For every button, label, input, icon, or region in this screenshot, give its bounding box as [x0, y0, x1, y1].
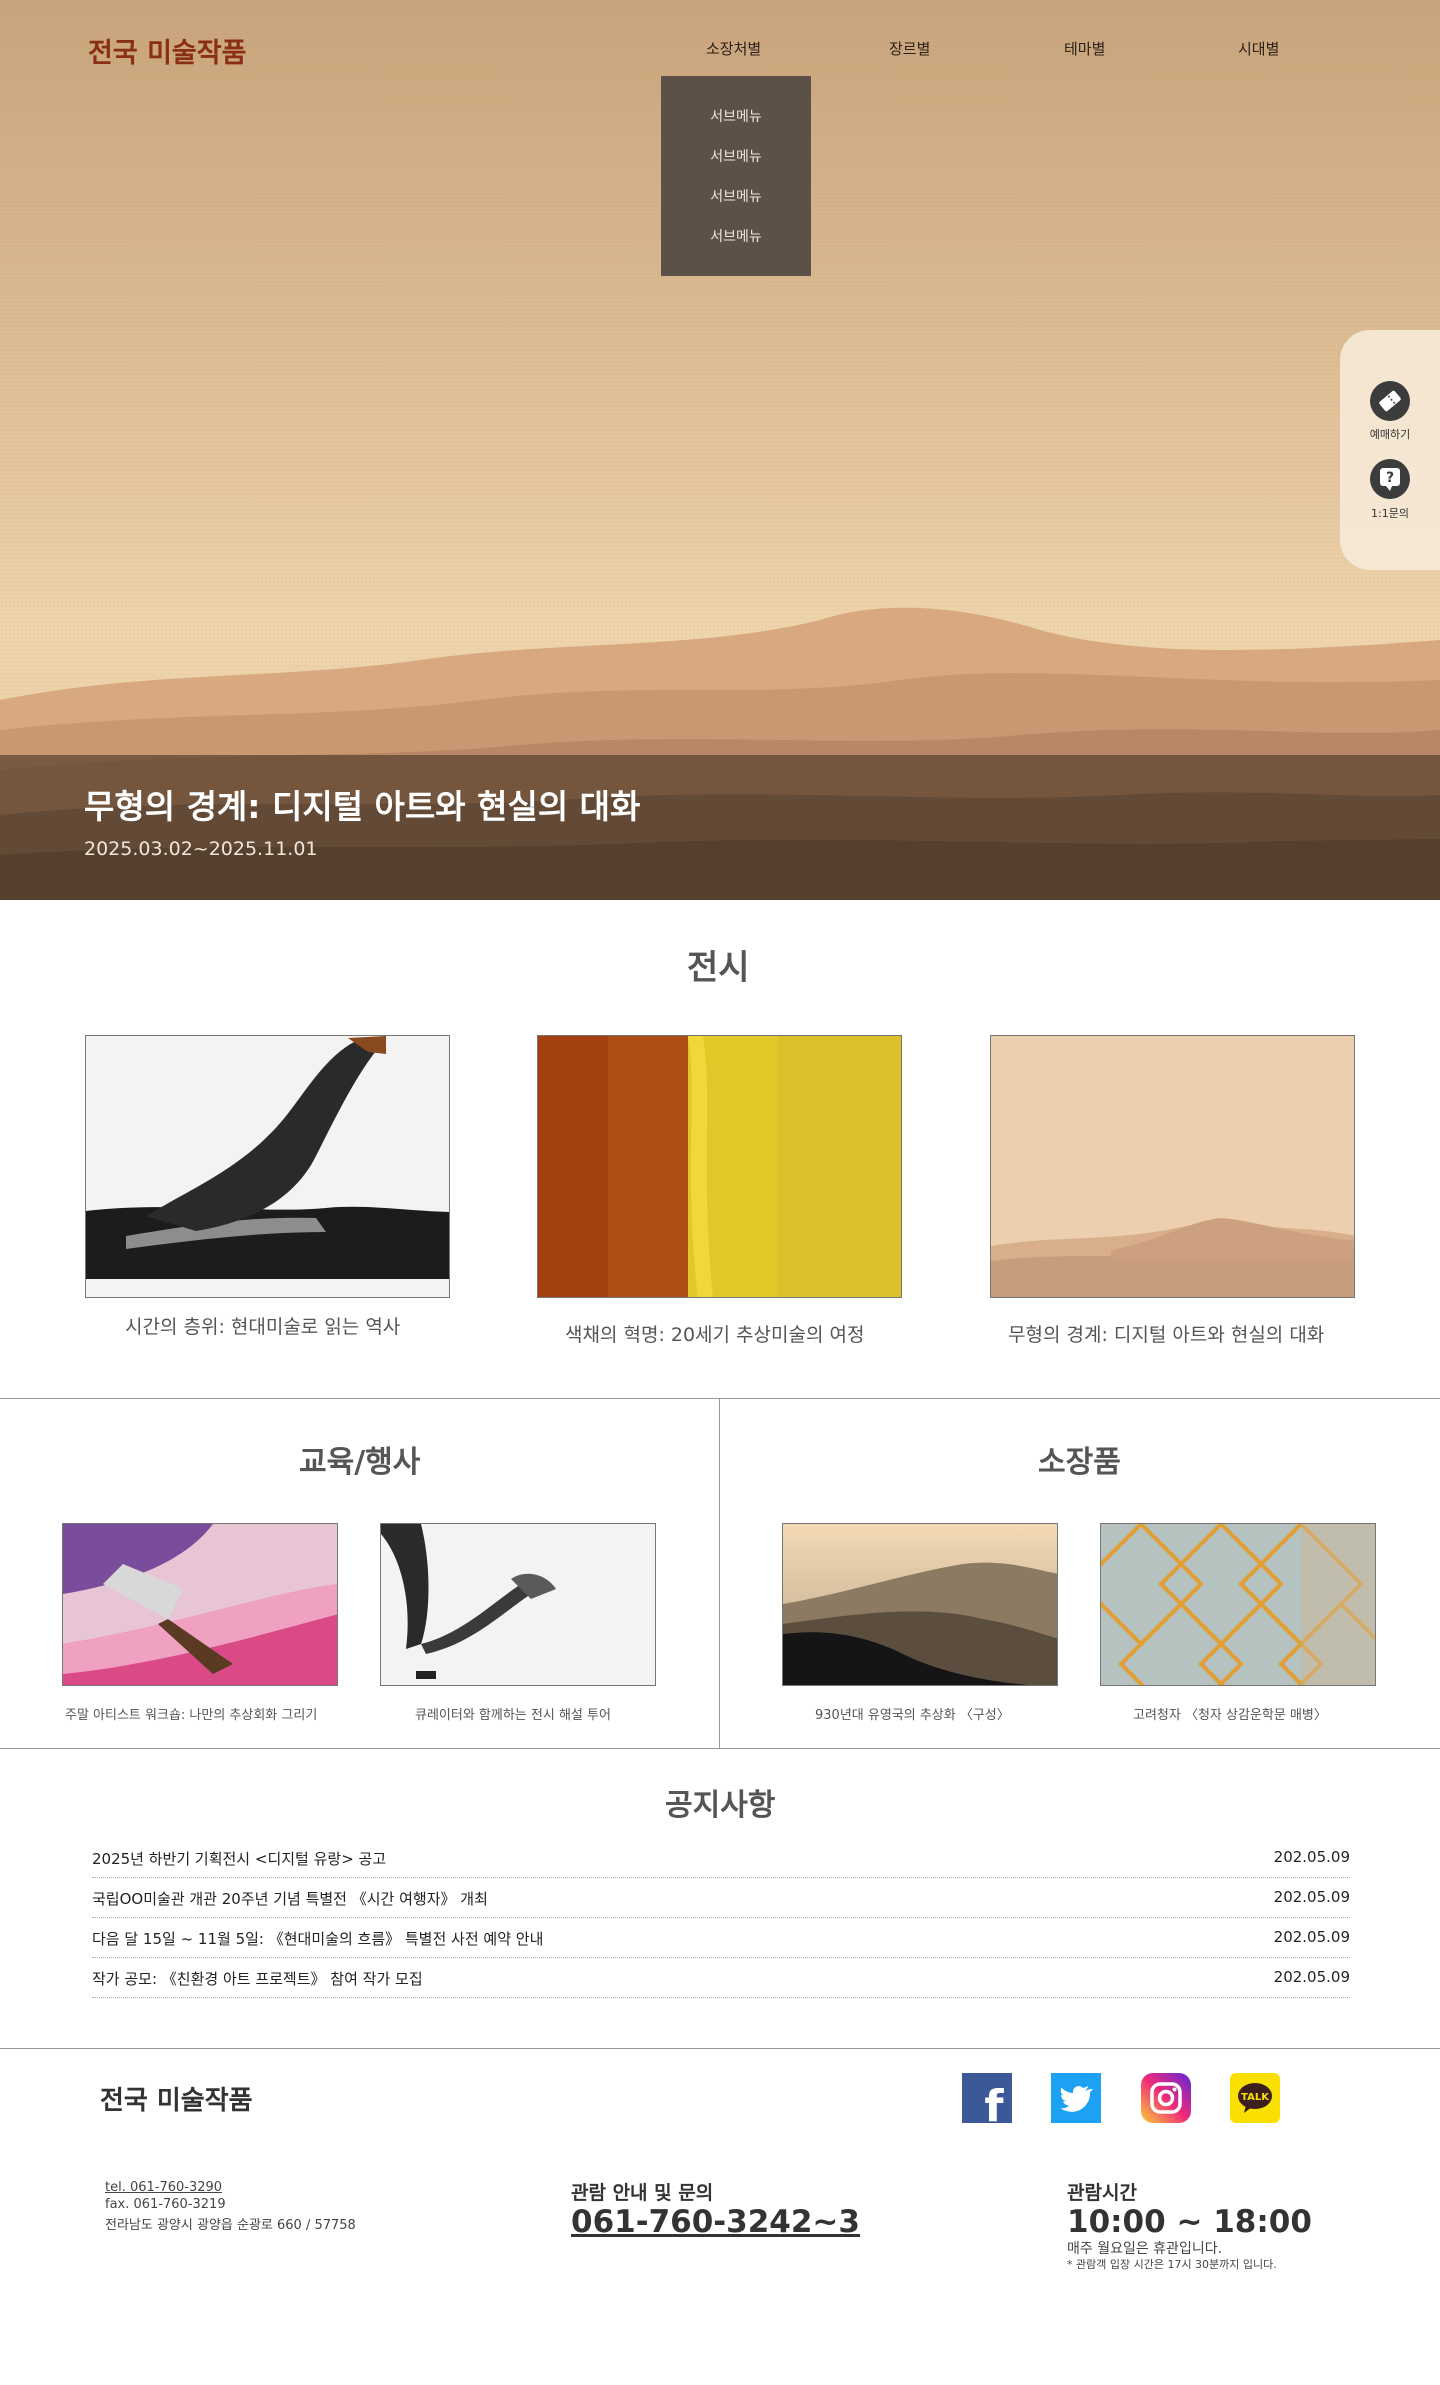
nav-item-location[interactable]: 소장처별	[706, 38, 761, 59]
celadon-pattern-artwork	[1101, 1524, 1375, 1685]
notice-title: 2025년 하반기 기획전시 <디지털 유랑> 공고	[92, 1850, 387, 1868]
svg-text:f: f	[984, 2081, 1004, 2123]
footer-hours: 10:00 ~ 18:00	[1067, 2204, 1312, 2240]
education-image-workshop[interactable]	[62, 1523, 338, 1686]
notice-title: 다음 달 15일 ~ 11월 5일: 《현대미술의 흐름》 특별전 사전 예약 …	[92, 1930, 544, 1948]
submenu-item[interactable]: 서브메뉴	[661, 226, 811, 246]
footer-closed-note: 매주 월요일은 휴관입니다.	[1067, 2241, 1223, 2257]
exhibition-caption[interactable]: 색채의 혁명: 20세기 추상미술의 여정	[565, 1320, 864, 1347]
submenu-item[interactable]: 서브메뉴	[661, 106, 811, 126]
exhibition-image-color[interactable]	[537, 1035, 902, 1298]
submenu-item[interactable]: 서브메뉴	[661, 186, 811, 206]
notice-date: 202.05.09	[1273, 1968, 1350, 1986]
exhibition-image-mountain[interactable]	[990, 1035, 1355, 1298]
footer-inquiry-title: 관람 안내 및 문의	[571, 2182, 714, 2204]
notice-row[interactable]: 다음 달 15일 ~ 11월 5일: 《현대미술의 흐름》 특별전 사전 예약 …	[92, 1918, 1350, 1958]
footer-inquiry-phone[interactable]: 061-760-3242~3	[571, 2204, 860, 2240]
section-divider-vertical	[719, 1398, 720, 1748]
notice-date: 202.05.09	[1273, 1928, 1350, 1946]
ink-brush-artwork	[381, 1524, 655, 1685]
footer-fax: fax. 061-760-3219	[105, 2197, 226, 2212]
reserve-button[interactable]	[1370, 381, 1410, 421]
notice-row[interactable]: 국립OO미술관 개관 20주년 기념 특별전 《시간 여행자》 개최 202.0…	[92, 1878, 1350, 1918]
twitter-icon[interactable]	[1051, 2073, 1101, 2123]
instagram-icon[interactable]	[1141, 2073, 1191, 2123]
exhibition-image-brush[interactable]	[85, 1035, 450, 1298]
nav-item-theme[interactable]: 테마별	[1064, 38, 1105, 59]
submenu-dropdown: 서브메뉴 서브메뉴 서브메뉴 서브메뉴	[661, 76, 811, 276]
quick-menu-panel: 예매하기 ? 1:1문의	[1340, 330, 1440, 570]
paint-brush-artwork	[63, 1524, 337, 1685]
education-caption[interactable]: 주말 아티스트 워크숍: 나만의 추상회화 그리기	[65, 1704, 317, 1723]
education-image-tour[interactable]	[380, 1523, 656, 1686]
collection-caption[interactable]: 930년대 유영국의 추상화 〈구성〉	[815, 1704, 1010, 1723]
site-logo[interactable]: 전국 미술작품	[88, 31, 246, 70]
education-section-title: 교육/행사	[299, 1445, 421, 1480]
collection-image-abstract[interactable]	[782, 1523, 1058, 1686]
footer-logo[interactable]: 전국 미술작품	[100, 2080, 253, 2117]
education-caption[interactable]: 큐레이터와 함께하는 전시 해설 투어	[415, 1704, 611, 1723]
hero-title: 무형의 경계: 디지털 아트와 현실의 대화	[84, 787, 641, 826]
facebook-icon[interactable]: f	[962, 2073, 1012, 2132]
collection-image-celadon[interactable]	[1100, 1523, 1376, 1686]
brush-stroke-artwork	[86, 1036, 449, 1297]
color-paint-artwork	[538, 1036, 901, 1297]
svg-text:?: ?	[1386, 470, 1394, 486]
svg-text:TALK: TALK	[1241, 2092, 1270, 2103]
hero-date: 2025.03.02~2025.11.01	[84, 838, 318, 860]
notice-date: 202.05.09	[1273, 1888, 1350, 1906]
question-chat-icon: ?	[1380, 468, 1400, 491]
section-divider	[0, 1398, 1440, 1399]
notice-date: 202.05.09	[1273, 1848, 1350, 1866]
nav-item-era[interactable]: 시대별	[1238, 38, 1279, 59]
exhibition-caption[interactable]: 시간의 층위: 현대미술로 읽는 역사	[125, 1312, 400, 1339]
footer-divider	[0, 2048, 1440, 2049]
notice-section-title: 공지사항	[665, 1788, 776, 1823]
inquiry-button[interactable]: ?	[1370, 459, 1410, 499]
misty-mountain-artwork	[783, 1524, 1057, 1685]
inquiry-label: 1:1문의	[1371, 507, 1409, 520]
footer-entry-note: * 관람객 입장 시간은 17시 30분까지 입니다.	[1067, 2258, 1277, 2271]
collection-caption[interactable]: 고려청자 〈청자 상감운학문 매병〉	[1133, 1704, 1327, 1723]
exhibition-caption[interactable]: 무형의 경계: 디지털 아트와 현실의 대화	[1008, 1320, 1324, 1347]
exhibition-section-title: 전시	[687, 948, 750, 988]
submenu-item[interactable]: 서브메뉴	[661, 146, 811, 166]
ticket-icon	[1379, 390, 1401, 412]
footer-hours-title: 관람시간	[1067, 2182, 1137, 2204]
nav-item-genre[interactable]: 장르별	[889, 38, 930, 59]
notice-row[interactable]: 작가 공모: 《친환경 아트 프로젝트》 참여 작가 모집 202.05.09	[92, 1958, 1350, 1998]
footer-tel[interactable]: tel. 061-760-3290	[105, 2180, 222, 2195]
kakaotalk-icon[interactable]: TALK	[1230, 2073, 1280, 2123]
reserve-label: 예매하기	[1369, 428, 1411, 441]
footer-address: 전라남도 광양시 광양읍 순광로 660 / 57758	[105, 2218, 356, 2233]
mountain-landscape-artwork	[991, 1036, 1354, 1297]
collection-section-title: 소장품	[1038, 1445, 1121, 1480]
notice-row[interactable]: 2025년 하반기 기획전시 <디지털 유랑> 공고 202.05.09	[92, 1838, 1350, 1878]
notice-title: 작가 공모: 《친환경 아트 프로젝트》 참여 작가 모집	[92, 1970, 423, 1988]
notice-title: 국립OO미술관 개관 20주년 기념 특별전 《시간 여행자》 개최	[92, 1890, 488, 1908]
section-divider	[0, 1748, 1440, 1749]
